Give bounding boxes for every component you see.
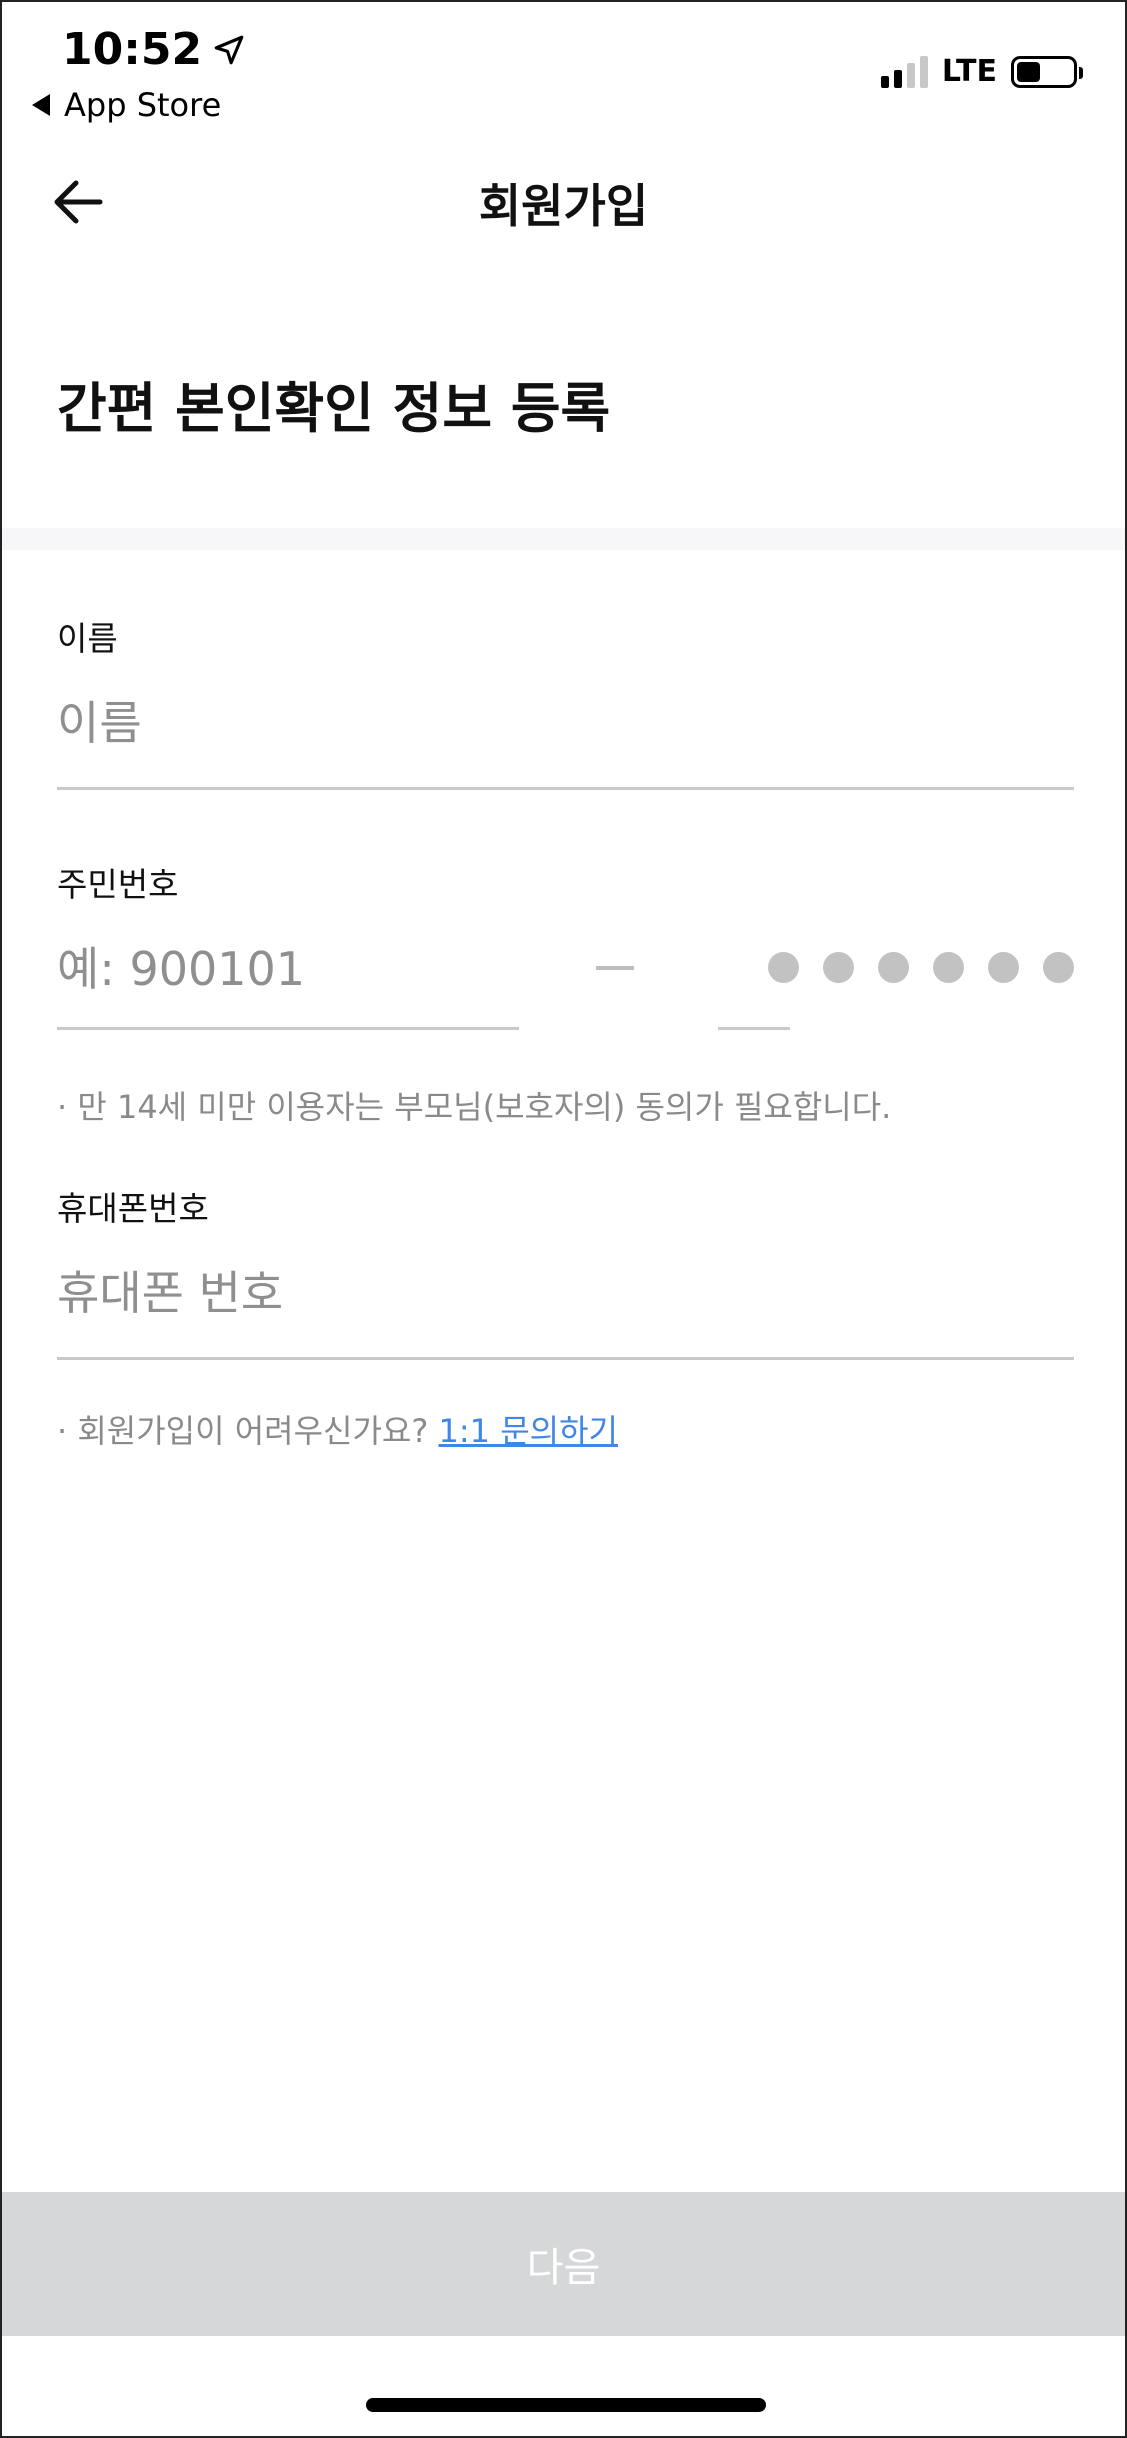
resident-number-front-input[interactable] (57, 934, 517, 1004)
phone-input[interactable] (57, 1258, 1074, 1328)
signup-help: · 회원가입이 어려우신가요? 1:1 문의하기 (57, 1406, 618, 1452)
back-triangle-icon (32, 94, 50, 116)
battery-icon (1011, 55, 1083, 88)
back-to-app-label: App Store (64, 86, 222, 124)
name-underline (57, 787, 1074, 790)
home-indicator[interactable] (366, 2398, 766, 2412)
phone-label: 휴대폰번호 (57, 1189, 209, 1228)
section-divider (2, 528, 1125, 550)
status-indicators: LTE (880, 54, 1083, 89)
location-arrow-icon (214, 35, 244, 64)
age-consent-note: · 만 14세 미만 이용자는 부모님(보호자의) 동의가 필요합니다. (57, 1088, 892, 1126)
name-input[interactable] (57, 688, 1074, 758)
masked-digit-dot (988, 952, 1019, 983)
masked-digit-dot (933, 952, 964, 983)
page-title: 회원가입 (478, 179, 649, 233)
masked-digit-dot (1043, 952, 1074, 983)
masked-digit-dot (823, 952, 854, 983)
battery-level (1017, 61, 1040, 82)
cellular-signal-icon (880, 55, 928, 88)
status-time-text: 10:52 (62, 24, 203, 75)
phone-underline (57, 1357, 1074, 1360)
resident-number-label: 주민번호 (57, 865, 179, 904)
masked-digit-dot (878, 952, 909, 983)
resident-number-back-underline[interactable] (718, 1027, 790, 1030)
resident-number-separator (596, 966, 634, 970)
signup-help-text: · 회원가입이 어려우신가요? (57, 1412, 439, 1450)
resident-number-back-masked[interactable] (768, 952, 1074, 983)
section-title: 간편 본인확인 정보 등록 (57, 377, 611, 440)
app-screen: 10:52 App Store LTE 회원가입 간편 본인확인 정보 등록 이… (0, 0, 1127, 2438)
name-label: 이름 (57, 619, 118, 658)
masked-digit-dot (768, 952, 799, 983)
back-to-app-store[interactable]: App Store (32, 86, 221, 124)
status-time: 10:52 (62, 24, 246, 75)
next-button[interactable]: 다음 (2, 2192, 1125, 2336)
inquiry-link[interactable]: 1:1 문의하기 (439, 1412, 618, 1450)
network-type: LTE (941, 54, 997, 89)
resident-number-front-underline (57, 1027, 519, 1030)
